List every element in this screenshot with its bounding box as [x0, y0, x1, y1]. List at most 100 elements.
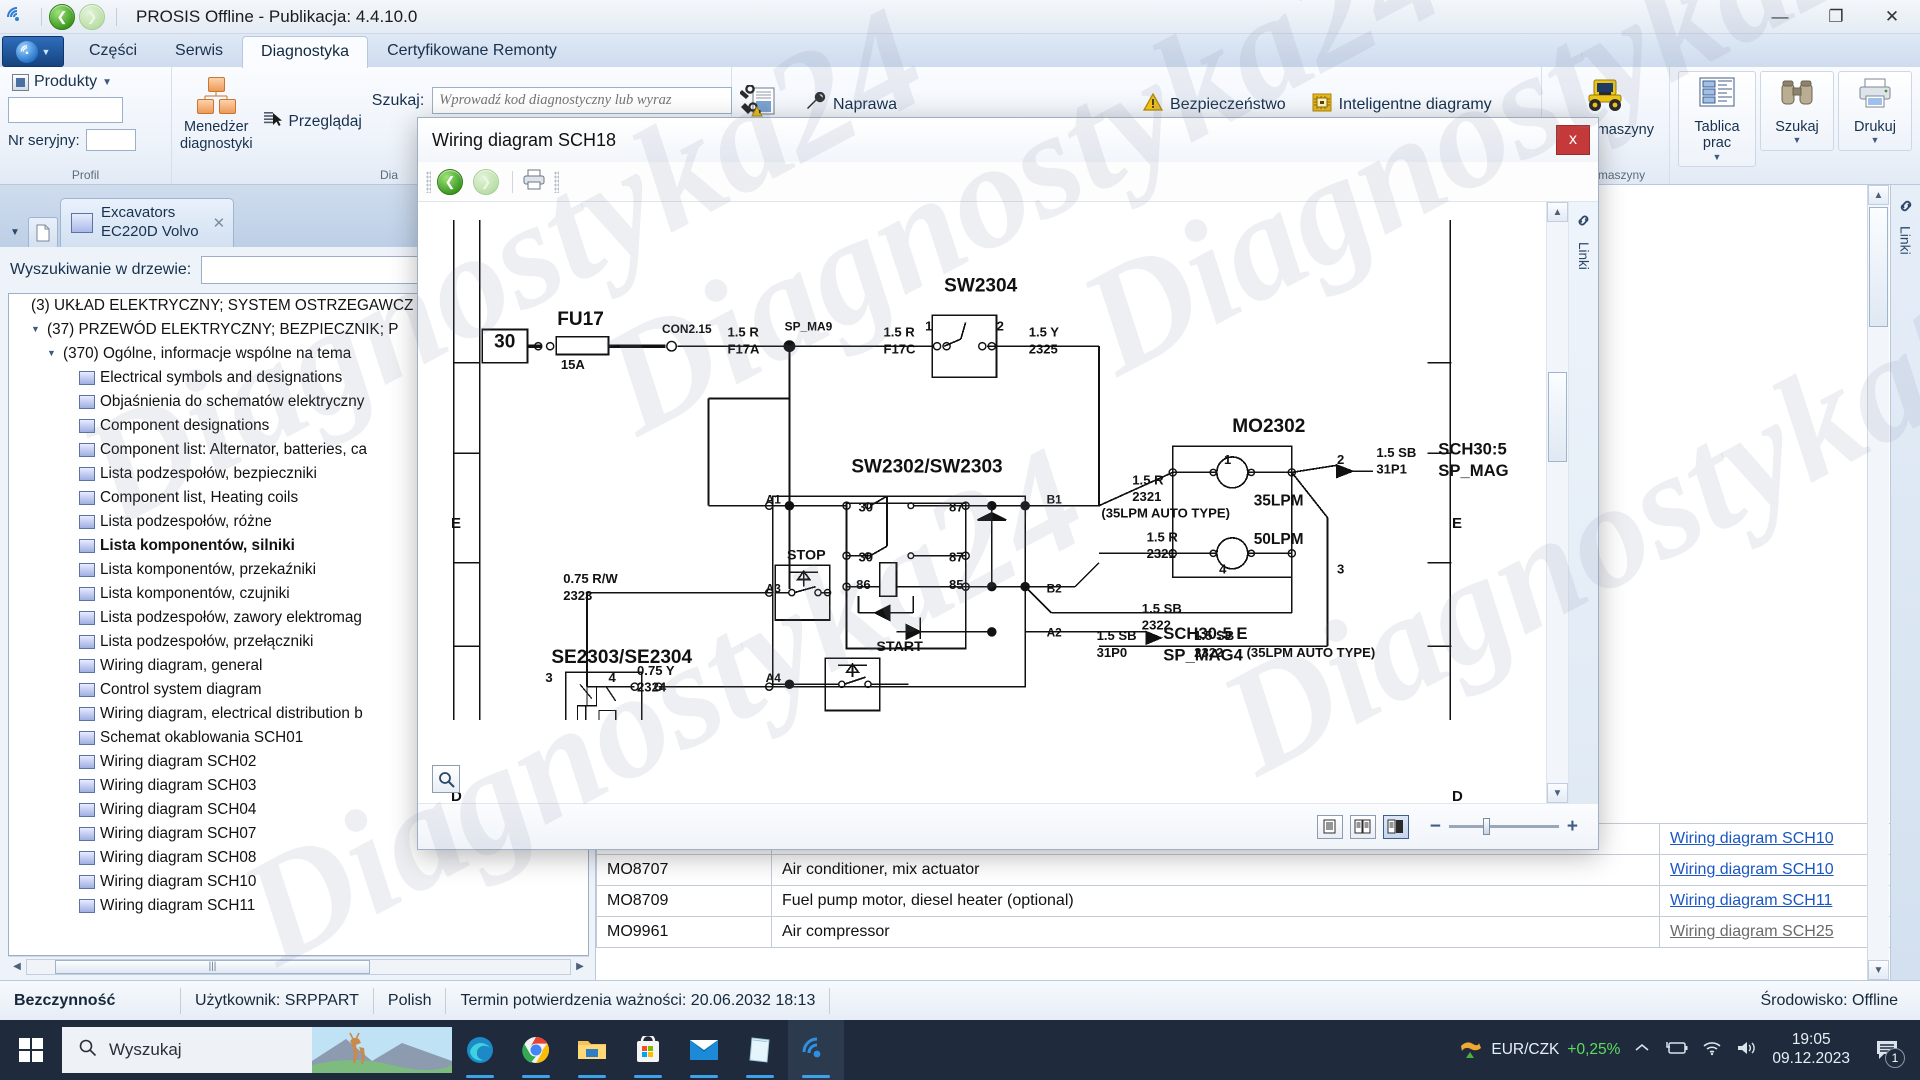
zoom-track[interactable]: [1448, 818, 1559, 835]
taskbar-search[interactable]: Wyszukaj: [62, 1027, 452, 1073]
wiring-diagram-link[interactable]: Wiring diagram SCH10: [1670, 861, 1834, 878]
tab-diagnostyka[interactable]: Diagnostyka: [242, 36, 369, 68]
document-tab-excavators[interactable]: Excavators EC220D Volvo ✕: [60, 198, 235, 247]
zoom-out-button[interactable]: −: [1430, 816, 1441, 838]
wifi-icon[interactable]: [1702, 1040, 1722, 1061]
tray-expand-icon[interactable]: [1634, 1041, 1650, 1059]
diagram-label-w-31p1-1: 1.5 SB: [1376, 445, 1416, 460]
browse-button[interactable]: Przeglądaj: [261, 107, 364, 136]
tab-serwis[interactable]: Serwis: [156, 35, 242, 67]
scroll-left-icon[interactable]: ◀: [8, 961, 26, 972]
tree-item[interactable]: Wiring diagram SCH10: [9, 870, 588, 894]
title-back-button[interactable]: ❮: [49, 3, 75, 30]
smart-diagrams-label: Inteligentne diagramy: [1338, 95, 1492, 113]
battery-icon[interactable]: [1664, 1040, 1688, 1061]
smart-diagrams-button[interactable]: Inteligentne diagramy: [1312, 93, 1492, 117]
taskbar-app-chrome[interactable]: [508, 1020, 564, 1080]
scroll-down-icon[interactable]: ▼: [1868, 960, 1889, 980]
tab-czesci[interactable]: Części: [70, 35, 156, 67]
start-button[interactable]: [0, 1020, 62, 1080]
scrollbar-track[interactable]: |||: [26, 958, 571, 975]
volume-icon[interactable]: [1736, 1040, 1758, 1061]
close-button[interactable]: ✕: [1864, 0, 1920, 33]
toolbar-grip[interactable]: [426, 170, 431, 193]
diagram-label-fu17-num: 30: [494, 331, 515, 352]
wiring-diagram-link[interactable]: Wiring diagram SCH25: [1670, 923, 1834, 940]
dialog-back-button[interactable]: ❮: [437, 168, 463, 195]
app-menu-button[interactable]: ▼: [2, 36, 64, 67]
search-button[interactable]: Szukaj ▼: [1760, 71, 1834, 151]
magnifier-button[interactable]: [432, 765, 460, 793]
chevron-down-icon[interactable]: ▼: [47, 348, 58, 360]
search-input[interactable]: [432, 87, 733, 114]
diagnostics-manager-button[interactable]: Menedżer diagnostyki: [180, 73, 253, 152]
diagram-label-w-f17c-1: 1.5 R: [883, 325, 915, 340]
dialog-forward-button[interactable]: ❯: [473, 168, 499, 195]
products-button[interactable]: Produkty ▼: [8, 71, 163, 93]
document-icon: [79, 731, 95, 745]
repair-label: Naprawa: [833, 95, 898, 113]
scroll-right-icon[interactable]: ▶: [571, 961, 589, 972]
tree-item[interactable]: Wiring diagram SCH11: [9, 894, 588, 918]
dialog-print-icon[interactable]: [522, 168, 546, 195]
dialog-close-button[interactable]: x: [1556, 125, 1590, 155]
wiring-diagram-link[interactable]: Wiring diagram SCH10: [1670, 830, 1834, 847]
zoom-thumb[interactable]: [1482, 818, 1490, 835]
diagram-label-a4: A4: [766, 671, 782, 685]
taskbar-app-mail[interactable]: [676, 1020, 732, 1080]
scrollbar-thumb[interactable]: [1869, 207, 1888, 327]
new-tab-button[interactable]: [28, 217, 58, 247]
product-input[interactable]: [8, 97, 123, 123]
status-environment: Środowisko: Offline: [1760, 991, 1898, 1009]
browse-icon: [263, 110, 283, 133]
view-two-page-button[interactable]: [1349, 814, 1376, 839]
safety-button[interactable]: Bezpieczeństwo: [1142, 92, 1286, 116]
tree-horizontal-scrollbar[interactable]: ◀ ||| ▶: [8, 956, 589, 976]
wiring-diagram-link[interactable]: Wiring diagram SCH11: [1670, 892, 1832, 909]
taskbar-app-file-explorer[interactable]: [564, 1020, 620, 1080]
view-single-page-button[interactable]: [1316, 814, 1343, 839]
work-board-button[interactable]: Tablica prac ▼: [1678, 71, 1756, 168]
scrollbar-thumb[interactable]: [1548, 372, 1567, 462]
maximize-button[interactable]: ❐: [1808, 0, 1864, 33]
taskbar-app-microsoft-store[interactable]: [620, 1020, 676, 1080]
scroll-up-icon[interactable]: ▲: [1547, 202, 1568, 222]
serial-input[interactable]: [85, 129, 136, 151]
toolbar-overflow[interactable]: [554, 170, 559, 193]
scroll-up-icon[interactable]: ▲: [1868, 185, 1889, 205]
stock-widget[interactable]: EUR/CZK +0,25%: [1457, 1036, 1620, 1065]
diagram-label-w-f17a-1: 1.5 R: [728, 325, 760, 340]
title-forward-button[interactable]: ❯: [79, 3, 105, 30]
zoom-in-button[interactable]: +: [1567, 816, 1578, 838]
links-side-strip[interactable]: Linki: [1890, 185, 1920, 980]
tab-list-dropdown[interactable]: ▼: [4, 217, 26, 247]
products-label: Produkty: [34, 73, 98, 90]
document-icon: [79, 899, 95, 913]
app-running-indicator: [578, 1075, 606, 1078]
scrollbar-thumb[interactable]: |||: [55, 959, 370, 974]
tab-certyfikowane-remonty[interactable]: Certyfikowane Remonty: [368, 35, 576, 67]
chevron-down-icon[interactable]: ▼: [31, 324, 42, 336]
wiring-diagram-dialog: Wiring diagram SCH18 x ❮ ❯ FU17 30 15A C…: [417, 117, 1599, 850]
dialog-vertical-scrollbar[interactable]: ▲ ▼: [1546, 202, 1568, 803]
view-thumbnail-button[interactable]: [1382, 814, 1409, 839]
notification-center-button[interactable]: 1: [1864, 1020, 1910, 1080]
content-vertical-scrollbar[interactable]: ▲ ▼: [1867, 185, 1889, 980]
minimize-button[interactable]: —: [1752, 0, 1808, 33]
dialog-links-strip[interactable]: Linki: [1568, 202, 1598, 803]
tree-item-label: Wiring diagram, electrical distribution …: [100, 704, 363, 722]
zoom-slider[interactable]: − +: [1430, 816, 1578, 838]
taskbar-app-prosis[interactable]: [788, 1020, 844, 1080]
close-icon[interactable]: ✕: [213, 214, 226, 232]
scroll-down-icon[interactable]: ▼: [1547, 783, 1568, 803]
taskbar-app-edge[interactable]: [452, 1020, 508, 1080]
tree-item-label: Component list: Alternator, batteries, c…: [100, 440, 367, 458]
print-button[interactable]: Drukuj ▼: [1838, 71, 1912, 151]
wiring-diagram-canvas[interactable]: FU17 30 15A CON2.15 1.5 R F17A SP_MA9 1.5 R F17C…: [418, 202, 1546, 803]
taskbar-clock[interactable]: 19:05 09.12.2023: [1772, 1031, 1850, 1068]
taskbar-app-sticky-notes[interactable]: [732, 1020, 788, 1080]
system-tray: EUR/CZK +0,25% 19:05 09.12.2023 1: [1457, 1020, 1920, 1080]
document-icon: [79, 875, 95, 889]
tree-item-label: Control system diagram: [100, 680, 262, 698]
repair-button[interactable]: Naprawa: [804, 91, 898, 117]
